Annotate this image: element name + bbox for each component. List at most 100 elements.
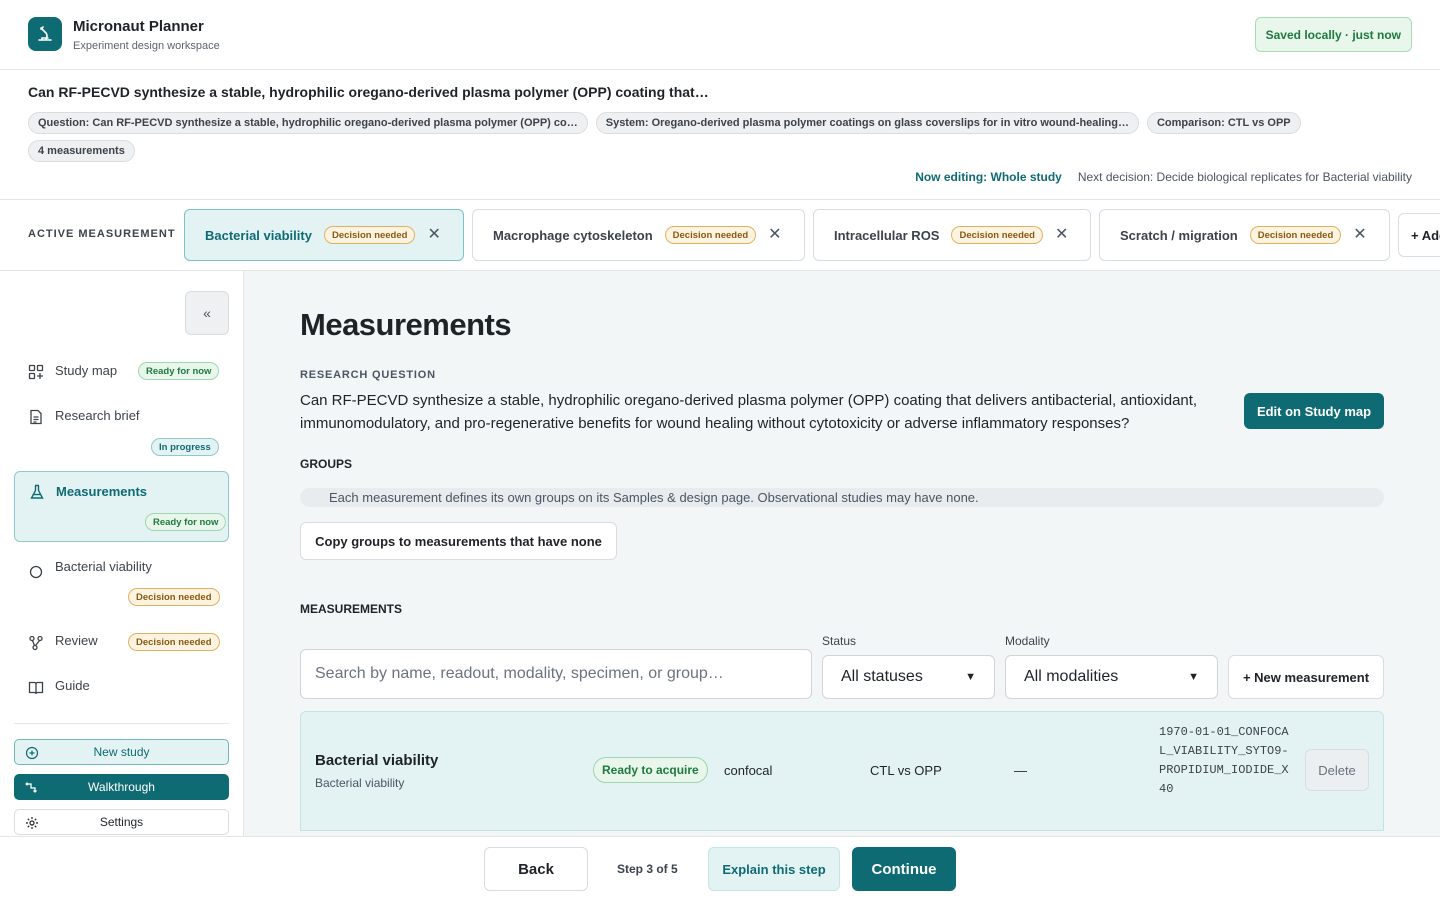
sidebar-item-label: Study map <box>55 363 118 378</box>
study-title: Can RF-PECVD synthesize a stable, hydrop… <box>28 84 709 100</box>
sidebar-item-research-brief[interactable]: Research brief In progress <box>14 401 229 459</box>
settings-label: Settings <box>99 815 144 829</box>
measurement-id: 1970-01-01_CONFOCAL_VIABILITY_SYTO9-PROP… <box>1159 725 1289 796</box>
tab-label: Scratch / migration <box>1120 227 1238 243</box>
measurement-tabs: Bacterial viability Decision needed ✕ Ma… <box>184 209 1440 261</box>
status-badge: Ready for now <box>145 513 227 531</box>
measurement-name: Bacterial viability <box>315 752 439 769</box>
new-study-button[interactable]: New study <box>14 739 229 765</box>
decision-needed-badge: Decision needed <box>1249 226 1342 244</box>
system-chip: System: Oregano-derived plasma polymer c… <box>595 112 1139 134</box>
sidebar-item-label: Measurements <box>56 484 148 499</box>
delete-button[interactable]: Delete <box>1305 749 1369 791</box>
chevron-down-icon: ▼ <box>965 671 976 683</box>
route-icon <box>25 782 37 793</box>
sidebar-item-label: Guide <box>55 678 90 693</box>
branch-icon <box>29 635 43 651</box>
status-badge: Ready for now <box>138 362 220 380</box>
measurement-tab-bar: ACTIVE MEASUREMENT Bacterial viability D… <box>0 200 1440 271</box>
gear-icon <box>26 817 38 829</box>
sidebar-divider <box>14 723 229 724</box>
table-row[interactable]: Bacterial viability Bacterial viability … <box>300 711 1384 831</box>
groups-label: GROUPS <box>300 457 353 471</box>
saved-status-badge: Saved locally · just now <box>1254 17 1412 52</box>
status-filter-value: All statuses <box>841 668 923 685</box>
document-icon <box>30 409 42 425</box>
tab-macrophage-cytoskeleton[interactable]: Macrophage cytoskeleton Decision needed … <box>472 209 805 261</box>
flask-icon <box>30 484 44 499</box>
copy-groups-button[interactable]: Copy groups to measurements that have no… <box>300 522 617 560</box>
comparison-chip: Comparison: CTL vs OPP <box>1146 112 1301 134</box>
tab-label: Intracellular ROS <box>834 227 940 243</box>
sidebar-item-label: Research brief <box>55 408 140 423</box>
tab-scratch-migration[interactable]: Scratch / migration Decision needed ✕ <box>1099 209 1390 261</box>
app-title: Micronaut Planner <box>73 18 204 35</box>
study-chips: Question: Can RF-PECVD synthesize a stab… <box>28 112 1328 162</box>
status-badge: Ready to acquire <box>593 757 708 783</box>
main-content: Measurements RESEARCH QUESTION Can RF-PE… <box>244 271 1440 836</box>
groups-note: Each measurement defines its own groups … <box>300 488 1384 507</box>
new-measurement-button[interactable]: + New measurement <box>1228 655 1384 699</box>
close-icon[interactable]: ✕ <box>768 227 781 243</box>
measurement-modality: confocal <box>724 763 773 778</box>
tab-intracellular-ros[interactable]: Intracellular ROS Decision needed ✕ <box>813 209 1091 261</box>
decision-needed-badge: Decision needed <box>664 226 757 244</box>
explain-step-button[interactable]: Explain this step <box>708 847 840 891</box>
sidebar-item-study-map[interactable]: Study map Ready for now <box>14 357 229 385</box>
status-badge: In progress <box>151 438 219 456</box>
step-indicator: Step 3 of 5 <box>617 862 678 876</box>
status-badge: Decision needed <box>128 633 220 651</box>
sidebar-item-bacterial-viability[interactable]: Bacterial viability Decision needed <box>14 554 229 612</box>
sidebar-item-review[interactable]: Review Decision needed <box>14 629 229 657</box>
research-question-text: Can RF-PECVD synthesize a stable, hydrop… <box>300 392 1198 432</box>
status-filter-label: Status <box>822 634 857 648</box>
tab-bacterial-viability[interactable]: Bacterial viability Decision needed ✕ <box>184 209 464 261</box>
modality-filter-value: All modalities <box>1024 668 1119 685</box>
app-subtitle: Experiment design workspace <box>73 40 220 52</box>
circle-icon <box>29 565 43 579</box>
settings-button[interactable]: Settings <box>14 809 229 835</box>
microscope-icon <box>28 17 62 51</box>
sidebar-item-label: Review <box>55 633 98 648</box>
active-measurement-label: ACTIVE MEASUREMENT <box>28 228 176 240</box>
wizard-footer: Back Step 3 of 5 Explain this step Conti… <box>0 836 1440 900</box>
walkthrough-label: Walkthrough <box>88 780 155 794</box>
next-decision-label: Next decision: Decide biological replica… <box>1077 170 1412 184</box>
research-question-label: RESEARCH QUESTION <box>300 369 436 381</box>
search-input[interactable] <box>300 649 812 699</box>
collapse-sidebar-button[interactable]: « <box>185 291 229 335</box>
sidebar: « Study map Ready for now Research brief… <box>0 271 244 836</box>
grid-icon <box>28 364 44 380</box>
measurement-count-chip: 4 measurements <box>28 140 135 162</box>
now-editing-label: Now editing: Whole study <box>915 170 1062 184</box>
book-icon <box>28 681 44 695</box>
app-header: Micronaut Planner Experiment design work… <box>0 0 1440 70</box>
continue-button[interactable]: Continue <box>852 847 956 891</box>
page-title: Measurements <box>300 307 512 342</box>
close-icon[interactable]: ✕ <box>1055 227 1068 243</box>
close-icon[interactable]: ✕ <box>1353 227 1366 243</box>
modality-filter-label: Modality <box>1005 634 1050 648</box>
close-icon[interactable]: ✕ <box>427 227 440 243</box>
tab-label: Macrophage cytoskeleton <box>493 227 653 243</box>
plus-circle-icon <box>25 746 39 760</box>
measurements-label: MEASUREMENTS <box>300 602 403 616</box>
decision-needed-badge: Decision needed <box>323 226 416 244</box>
new-study-label: New study <box>93 745 150 759</box>
status-badge: Decision needed <box>128 588 220 606</box>
decision-needed-badge: Decision needed <box>951 226 1043 244</box>
sidebar-item-measurements[interactable]: Measurements Ready for now <box>14 471 229 542</box>
editing-status: Now editing: Whole study Next decision: … <box>915 170 1412 184</box>
sidebar-item-guide[interactable]: Guide <box>14 674 229 702</box>
status-filter-select[interactable]: All statuses ▼ <box>822 655 995 699</box>
modality-filter-select[interactable]: All modalities ▼ <box>1005 655 1218 699</box>
add-measurement-tab-button[interactable]: + Add <box>1398 213 1440 257</box>
tab-label: Bacterial viability <box>205 227 312 243</box>
chevron-down-icon: ▼ <box>1188 671 1199 683</box>
back-button[interactable]: Back <box>484 847 588 891</box>
measurement-comparison: CTL vs OPP <box>870 763 942 778</box>
study-summary-bar: Can RF-PECVD synthesize a stable, hydrop… <box>0 70 1440 200</box>
question-chip: Question: Can RF-PECVD synthesize a stab… <box>28 112 588 134</box>
walkthrough-button[interactable]: Walkthrough <box>14 774 229 800</box>
edit-on-study-map-button[interactable]: Edit on Study map <box>1244 393 1384 429</box>
